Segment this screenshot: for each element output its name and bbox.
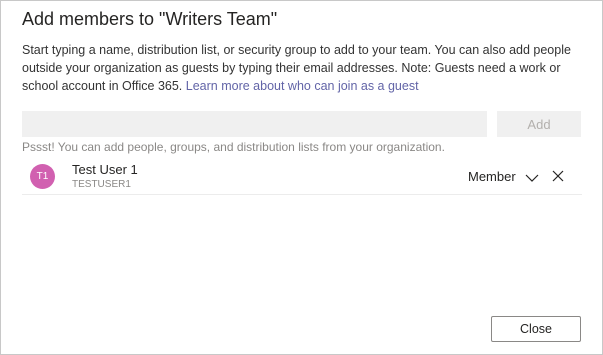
add-button[interactable]: Add: [497, 111, 581, 137]
role-label: Member: [468, 168, 516, 184]
close-button[interactable]: Close: [491, 316, 581, 342]
avatar: T1: [30, 164, 55, 189]
member-username: TESTUSER1: [72, 179, 131, 190]
people-search-input[interactable]: [22, 111, 487, 137]
search-hint: Pssst! You can add people, groups, and d…: [22, 140, 445, 154]
learn-more-link[interactable]: Learn more about who can join as a guest: [186, 79, 419, 93]
dialog-title: Add members to "Writers Team": [22, 9, 278, 29]
chevron-down-icon: [525, 171, 539, 182]
member-row: T1 Test User 1 TESTUSER1 Member: [22, 157, 582, 195]
dialog-description: Start typing a name, distribution list, …: [22, 41, 592, 95]
remove-member-close-icon[interactable]: [552, 169, 564, 182]
member-name: Test User 1: [72, 162, 138, 177]
avatar-initials: T1: [36, 171, 49, 182]
add-members-dialog: Add members to "Writers Team" Start typi…: [0, 0, 603, 355]
role-dropdown[interactable]: Member: [468, 167, 539, 185]
